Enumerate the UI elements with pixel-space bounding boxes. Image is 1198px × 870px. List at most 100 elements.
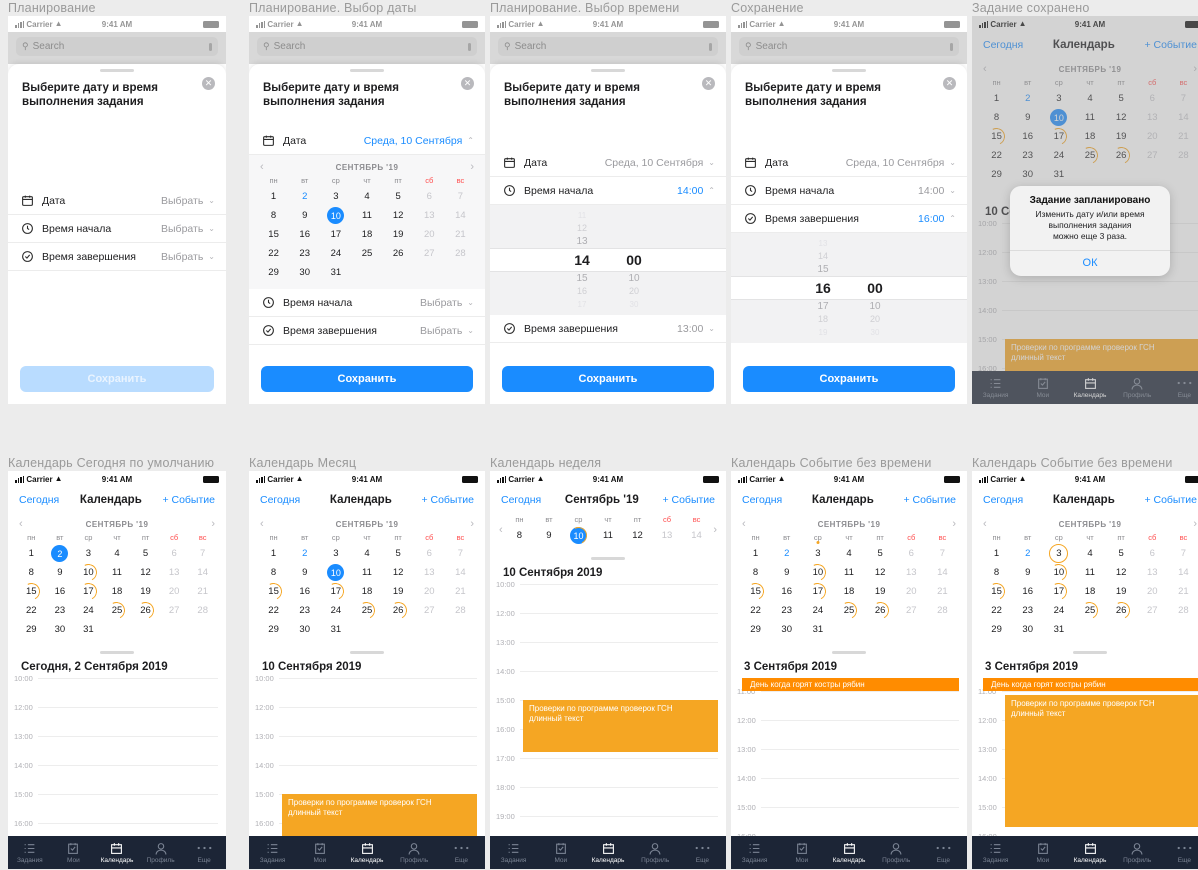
day-cell[interactable]: 16 bbox=[289, 582, 320, 601]
day-cell[interactable]: 23 bbox=[771, 601, 802, 620]
next-month-button[interactable]: › bbox=[470, 518, 474, 530]
day-cell[interactable]: 1 bbox=[17, 544, 46, 563]
time-wheel[interactable]: 13 14 15 16 00 17 10 18 20 19 30 bbox=[731, 233, 967, 343]
day-cell[interactable]: 8 bbox=[740, 563, 771, 582]
day-cell[interactable]: 29 bbox=[258, 263, 289, 282]
day-cell[interactable]: 30 bbox=[771, 620, 802, 639]
day-cell[interactable]: 22 bbox=[258, 601, 289, 620]
day-cell[interactable]: 10 bbox=[564, 524, 594, 547]
day-cell[interactable]: 24 bbox=[74, 601, 103, 620]
search-input[interactable]: ⚲ Search bbox=[257, 37, 477, 56]
day-cell[interactable]: 31 bbox=[320, 263, 351, 282]
day-cell[interactable]: 13 bbox=[1137, 563, 1168, 582]
day-cell[interactable]: 13 bbox=[414, 206, 445, 225]
day-cell[interactable]: 14 bbox=[445, 563, 476, 582]
day-cell[interactable]: 23 bbox=[1012, 601, 1043, 620]
day-cell[interactable]: 2 bbox=[1012, 544, 1043, 563]
day-cell[interactable]: 19 bbox=[1106, 582, 1137, 601]
next-week-button[interactable]: › bbox=[713, 524, 717, 536]
day-cell[interactable]: 9 bbox=[289, 563, 320, 582]
day-cell[interactable]: 21 bbox=[188, 582, 217, 601]
day-cell[interactable]: 20 bbox=[414, 225, 445, 244]
add-event-button[interactable]: + Событие bbox=[162, 494, 215, 506]
day-cell[interactable]: 18 bbox=[1074, 582, 1105, 601]
all-day-event[interactable]: День когда горят костры рябин bbox=[983, 678, 1198, 691]
tab-person[interactable]: Профиль bbox=[139, 842, 183, 864]
tab-ellipsis[interactable]: Еще bbox=[438, 842, 485, 864]
today-button[interactable]: Сегодня bbox=[260, 494, 300, 506]
field-value[interactable]: Выбрать ⌄ bbox=[161, 251, 215, 263]
day-cell[interactable]: 4 bbox=[351, 187, 382, 206]
day-cell[interactable]: 15 bbox=[258, 580, 289, 603]
tab-list[interactable]: Задания bbox=[972, 842, 1019, 864]
day-cell[interactable]: 21 bbox=[927, 582, 958, 601]
field-value[interactable]: Среда, 10 Сентября ⌄ bbox=[605, 157, 715, 169]
field-row-clock-icon[interactable]: Время начала Выбрать ⌄ bbox=[8, 215, 226, 243]
day-cell[interactable]: 5 bbox=[383, 187, 414, 206]
next-month-button[interactable]: › bbox=[952, 518, 956, 530]
day-cell[interactable]: 31 bbox=[74, 620, 103, 639]
day-cell[interactable]: 5 bbox=[865, 544, 896, 563]
day-cell[interactable]: 18 bbox=[833, 582, 864, 601]
prev-month-button[interactable]: ‹ bbox=[742, 518, 746, 530]
field-row-clock-icon[interactable]: Время начала 14:00 ⌃ bbox=[490, 177, 726, 205]
day-cell[interactable]: 1 bbox=[740, 544, 771, 563]
day-cell[interactable]: 26 bbox=[865, 599, 896, 622]
microphone-icon[interactable] bbox=[468, 42, 471, 51]
field-row-calendar-icon[interactable]: Дата Выбрать ⌄ bbox=[8, 187, 226, 215]
tab-list[interactable]: Задания bbox=[731, 842, 778, 864]
today-button[interactable]: Сегодня bbox=[501, 494, 541, 506]
time-wheel[interactable]: 11 12 13 14 00 15 10 16 20 17 30 bbox=[490, 205, 726, 315]
day-cell[interactable]: 11 bbox=[593, 526, 623, 545]
day-cell[interactable]: 3 bbox=[1043, 544, 1074, 563]
day-cell[interactable]: 31 bbox=[1043, 620, 1074, 639]
day-cell[interactable]: 28 bbox=[188, 601, 217, 620]
all-day-event[interactable]: День когда горят костры рябин bbox=[742, 678, 959, 691]
day-cell[interactable]: 3 bbox=[320, 544, 351, 563]
day-cell[interactable]: 30 bbox=[1012, 620, 1043, 639]
add-event-button[interactable]: + Событие bbox=[1144, 494, 1197, 506]
day-cell[interactable]: 12 bbox=[623, 526, 653, 545]
day-cell[interactable]: 19 bbox=[383, 582, 414, 601]
field-value[interactable]: Выбрать ⌄ bbox=[161, 223, 215, 235]
tab-person[interactable]: Профиль bbox=[1114, 842, 1161, 864]
field-row-clock-check-icon[interactable]: Время завершения 13:00 ⌄ bbox=[490, 315, 726, 343]
day-cell[interactable]: 15 bbox=[740, 580, 771, 603]
field-value[interactable]: Среда, 10 Сентября ⌄ bbox=[846, 157, 956, 169]
field-value[interactable]: Среда, 10 Сентября ⌃ bbox=[364, 135, 474, 147]
day-cell[interactable]: 7 bbox=[1168, 544, 1198, 563]
field-row-clock-check-icon[interactable]: Время завершения Выбрать ⌄ bbox=[8, 243, 226, 271]
day-cell[interactable]: 20 bbox=[160, 582, 189, 601]
day-cell[interactable]: 2 bbox=[289, 187, 320, 206]
day-cell[interactable]: 3 bbox=[320, 187, 351, 206]
day-cell[interactable]: 24 bbox=[1043, 601, 1074, 620]
day-cell[interactable]: 26 bbox=[383, 244, 414, 263]
day-cell[interactable]: 20 bbox=[896, 582, 927, 601]
day-cell[interactable]: 21 bbox=[445, 225, 476, 244]
close-icon[interactable]: ✕ bbox=[702, 77, 715, 90]
day-cell[interactable]: 10 bbox=[320, 563, 351, 582]
day-cell[interactable]: 14 bbox=[1168, 563, 1198, 582]
search-input[interactable]: ⚲ Search bbox=[498, 37, 718, 56]
day-cell[interactable]: 21 bbox=[1168, 582, 1198, 601]
day-cell[interactable]: 13 bbox=[652, 526, 682, 545]
tab-calendar[interactable]: Календарь bbox=[584, 842, 631, 864]
day-cell[interactable]: 1 bbox=[981, 544, 1012, 563]
microphone-icon[interactable] bbox=[209, 42, 212, 51]
day-cell[interactable]: 1 bbox=[258, 187, 289, 206]
next-month-button[interactable]: › bbox=[1193, 518, 1197, 530]
day-cell[interactable]: 5 bbox=[1106, 544, 1137, 563]
day-cell[interactable]: 17 bbox=[1043, 580, 1074, 603]
day-cell[interactable]: 25 bbox=[833, 599, 864, 622]
day-cell[interactable]: 25 bbox=[351, 599, 382, 622]
day-cell[interactable]: 17 bbox=[320, 580, 351, 603]
day-cell[interactable]: 20 bbox=[1137, 582, 1168, 601]
day-cell[interactable]: 29 bbox=[17, 620, 46, 639]
day-cell[interactable]: 28 bbox=[445, 601, 476, 620]
alert-ok-button[interactable]: ОК bbox=[1010, 250, 1170, 276]
save-button[interactable]: Сохранить bbox=[261, 366, 473, 392]
day-cell[interactable]: 20 bbox=[414, 582, 445, 601]
day-cell[interactable]: 11 bbox=[833, 563, 864, 582]
day-cell[interactable]: 12 bbox=[865, 563, 896, 582]
day-cell[interactable]: 27 bbox=[1137, 601, 1168, 620]
